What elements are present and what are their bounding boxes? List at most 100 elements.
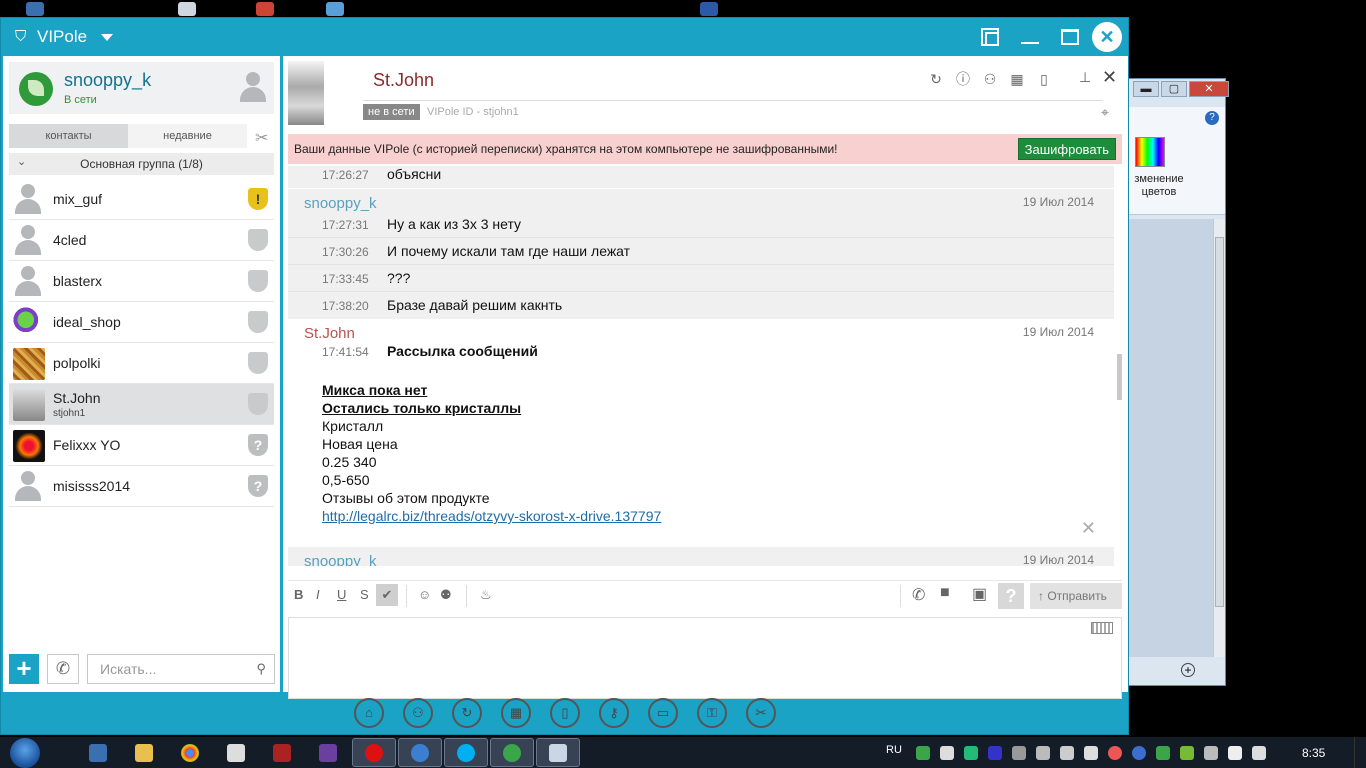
burn-message-icon[interactable]: ♨ (480, 587, 492, 603)
lock-icon[interactable]: ⚿ (697, 698, 727, 728)
contact-row-selected[interactable]: St.John stjohn1 (9, 384, 274, 425)
folder-icon[interactable]: ▭ (648, 698, 678, 728)
clock[interactable]: 8:35 (1302, 746, 1325, 760)
phone-icon[interactable]: ✆ (47, 654, 79, 684)
calendar-icon[interactable]: ▦ (1008, 70, 1026, 88)
notes-icon[interactable]: ▯ (1035, 70, 1053, 88)
show-desktop-button[interactable] (1354, 737, 1366, 768)
desktop-icon[interactable] (256, 2, 274, 16)
start-button[interactable] (10, 738, 40, 768)
help-icon[interactable]: ? (1205, 111, 1219, 125)
tray-icon[interactable] (1204, 746, 1218, 760)
close-chat-icon[interactable]: ✕ (1102, 67, 1117, 88)
notes-icon[interactable]: ▯ (550, 698, 580, 728)
background-paint-window[interactable]: ▬ ▢ ✕ ? зменение цветов + (1128, 78, 1229, 686)
paint-canvas[interactable] (1129, 219, 1213, 657)
taskbar-vipole[interactable] (490, 738, 534, 767)
history-icon[interactable]: ↻ (452, 698, 482, 728)
close-icon[interactable]: ✕ (1081, 518, 1096, 539)
calendar-icon[interactable]: ▦ (501, 698, 531, 728)
volume-icon[interactable] (1084, 746, 1098, 760)
minimize-button[interactable] (1010, 18, 1050, 56)
tray-icon[interactable] (964, 746, 978, 760)
smiley-icon[interactable]: ☺ (418, 587, 431, 602)
home-icon[interactable]: ⌂ (354, 698, 384, 728)
language-indicator[interactable]: RU (886, 744, 902, 756)
nvidia-icon[interactable] (1180, 746, 1194, 760)
video-call-icon[interactable]: ■ (940, 584, 950, 602)
taskbar-app[interactable] (398, 738, 442, 767)
taskbar-opera[interactable] (352, 738, 396, 767)
taskbar-calc[interactable] (214, 738, 258, 767)
flag-icon[interactable] (1228, 746, 1242, 760)
compact-mode-button[interactable] (970, 18, 1010, 56)
search-icon[interactable]: ⚲ (256, 655, 266, 683)
edit-colors-icon[interactable] (1135, 137, 1165, 167)
minimize-icon[interactable]: ▬ (1133, 81, 1159, 97)
zoom-in-icon[interactable]: + (1181, 663, 1195, 677)
vipole-tray-icon[interactable] (916, 746, 930, 760)
avatar[interactable] (288, 61, 324, 125)
contacts-icon[interactable]: ⚇ (403, 698, 433, 728)
tab-recent[interactable]: недавние (128, 124, 247, 148)
profile-card[interactable]: snooppy_k В сети (9, 62, 274, 114)
bold-button[interactable]: B (294, 587, 303, 602)
encrypt-button[interactable]: Зашифровать (1017, 138, 1116, 160)
paint-scrollbar[interactable] (1213, 219, 1225, 657)
taskbar-visual-studio[interactable] (306, 738, 350, 767)
save-file-icon[interactable]: ▣ (972, 584, 987, 604)
contact-row[interactable]: blasterx (9, 261, 274, 302)
contact-row[interactable]: Felixxx YO ? (9, 425, 274, 466)
message-list[interactable]: 17:26:27 объясни snooppy_k 19 Июл 2014 1… (288, 166, 1114, 566)
scroll-thumb[interactable] (1215, 237, 1224, 607)
settings-tools-icon[interactable]: ✂ (255, 128, 268, 148)
italic-button[interactable]: I (316, 587, 320, 602)
close-button[interactable]: ✕ (1092, 22, 1122, 52)
taskbar-skype[interactable] (444, 738, 488, 767)
key-icon[interactable]: ⚷ (599, 698, 629, 728)
contact-row[interactable]: misisss2014 ? (9, 466, 274, 507)
title-bar[interactable]: ⛉ VIPole ✕ (1, 18, 1128, 56)
tray-icon[interactable] (1036, 746, 1050, 760)
contact-row[interactable]: polpolki (9, 343, 274, 384)
tray-icon[interactable] (988, 746, 1002, 760)
tray-icon[interactable] (940, 746, 954, 760)
maximize-icon[interactable]: ▢ (1161, 81, 1187, 97)
send-button[interactable]: ↑ Отправить (1030, 583, 1122, 609)
contact-share-icon[interactable]: ⚉ (440, 587, 452, 603)
taskbar-app[interactable] (76, 738, 120, 767)
alert-icon[interactable] (1108, 746, 1122, 760)
keyboard-icon[interactable] (1091, 622, 1113, 634)
battery-icon[interactable] (1252, 746, 1266, 760)
taskbar-explorer[interactable] (122, 738, 166, 767)
desktop-icon[interactable] (700, 2, 718, 16)
app-menu-dropdown-icon[interactable] (101, 33, 114, 41)
desktop-icon[interactable] (178, 2, 196, 16)
contact-row[interactable]: 4cled (9, 220, 274, 261)
message-link[interactable]: http://legalrc.biz/threads/otzyvy-skoros… (322, 507, 1114, 525)
edit-colors-label[interactable]: зменение цветов (1129, 173, 1189, 199)
taskbar-app[interactable] (260, 738, 304, 767)
tray-icon[interactable] (1132, 746, 1146, 760)
contact-row[interactable]: ideal_shop (9, 302, 274, 343)
check-icon[interactable]: ✔ (376, 584, 398, 606)
add-contact-button[interactable]: + (9, 654, 39, 684)
desktop-icon[interactable] (326, 2, 344, 16)
taskbar-paint[interactable] (536, 738, 580, 767)
taskbar-chrome[interactable] (168, 738, 212, 767)
pin-icon[interactable]: ⊥ (1079, 69, 1091, 86)
tab-contacts[interactable]: контакты (9, 124, 128, 148)
group-chat-icon[interactable]: ⚇ (981, 70, 999, 88)
close-icon[interactable]: ✕ (1189, 81, 1229, 97)
desktop-icon[interactable] (26, 2, 44, 16)
tray-icon[interactable] (1156, 746, 1170, 760)
clear-history-icon[interactable]: ⌖ (1101, 104, 1109, 121)
search-input[interactable]: Искать... ⚲ (87, 654, 275, 684)
contact-row[interactable]: mix_guf ! (9, 179, 274, 220)
message-input[interactable] (288, 617, 1122, 699)
help-button[interactable]: ? (998, 583, 1024, 609)
contact-group-header[interactable]: ⌄ Основная группа (1/8) (9, 153, 274, 175)
signal-icon[interactable] (1060, 746, 1074, 760)
tools-icon[interactable]: ✂ (746, 698, 776, 728)
chat-scroll-thumb[interactable] (1117, 354, 1122, 400)
